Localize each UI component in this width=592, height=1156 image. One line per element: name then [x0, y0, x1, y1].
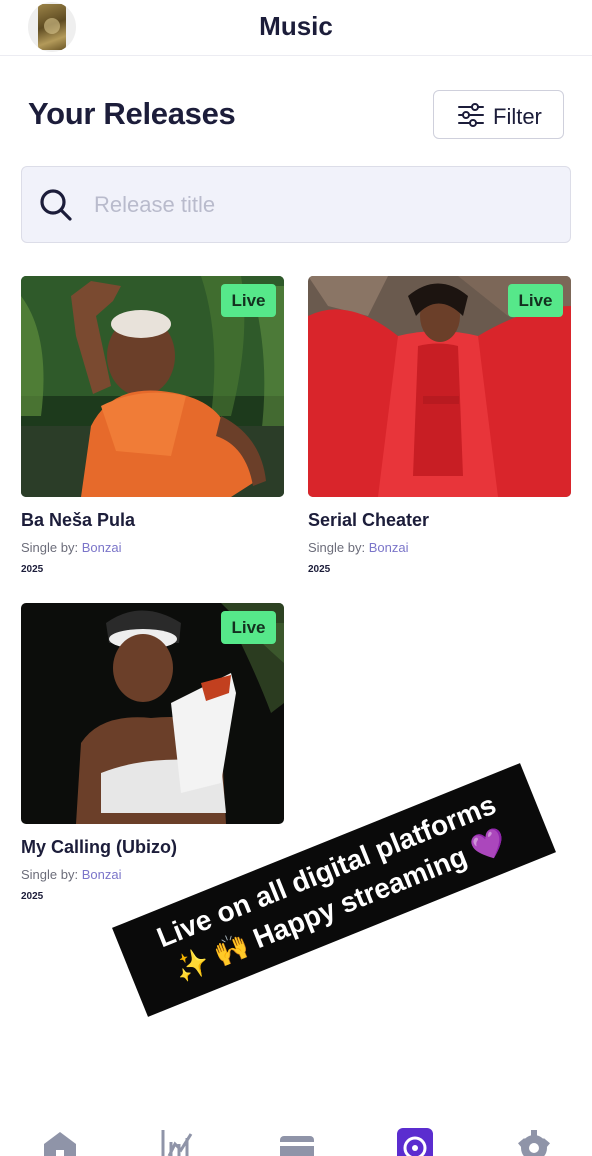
nav-analytics[interactable] — [161, 1128, 197, 1156]
page-title: Music — [259, 11, 333, 41]
filter-button[interactable]: Filter — [433, 90, 564, 139]
release-cover-image[interactable]: Live — [308, 276, 571, 497]
artist-link[interactable]: Bonzai — [82, 867, 122, 882]
release-type: Single by: — [308, 540, 369, 555]
release-year: 2025 — [308, 564, 331, 575]
bottom-navigation — [0, 1120, 592, 1156]
release-subtitle: Single by: Bonzai — [21, 867, 121, 882]
nav-home[interactable] — [42, 1128, 78, 1156]
sliders-icon — [458, 103, 484, 127]
wallet-icon — [280, 1136, 314, 1156]
release-title[interactable]: My Calling (Ubizo) — [21, 837, 177, 858]
status-badge: Live — [508, 284, 563, 317]
release-subtitle: Single by: Bonzai — [21, 540, 121, 555]
settings-icon — [518, 1130, 550, 1156]
release-type: Single by: — [21, 540, 82, 555]
release-cover-image[interactable]: Live — [21, 276, 284, 497]
nav-settings[interactable] — [516, 1128, 552, 1156]
nav-music[interactable] — [397, 1128, 433, 1156]
app-header: Music — [0, 0, 592, 56]
home-icon — [44, 1132, 76, 1156]
artist-link[interactable]: Bonzai — [82, 540, 122, 555]
release-title[interactable]: Ba Neša Pula — [21, 510, 135, 531]
status-badge: Live — [221, 284, 276, 317]
filter-label: Filter — [493, 104, 542, 129]
search-bar — [21, 166, 571, 243]
release-title[interactable]: Serial Cheater — [308, 510, 429, 531]
status-badge: Live — [221, 611, 276, 644]
analytics-icon — [161, 1130, 193, 1156]
section-title: Your Releases — [28, 96, 236, 131]
nav-wallet[interactable] — [279, 1128, 315, 1156]
release-year: 2025 — [21, 564, 44, 575]
release-subtitle: Single by: Bonzai — [308, 540, 408, 555]
search-icon — [40, 189, 72, 221]
search-input[interactable] — [94, 187, 534, 223]
music-icon — [397, 1128, 433, 1156]
release-year: 2025 — [21, 891, 44, 902]
release-cover-image[interactable]: Live — [21, 603, 284, 824]
artist-link[interactable]: Bonzai — [369, 540, 409, 555]
release-type: Single by: — [21, 867, 82, 882]
